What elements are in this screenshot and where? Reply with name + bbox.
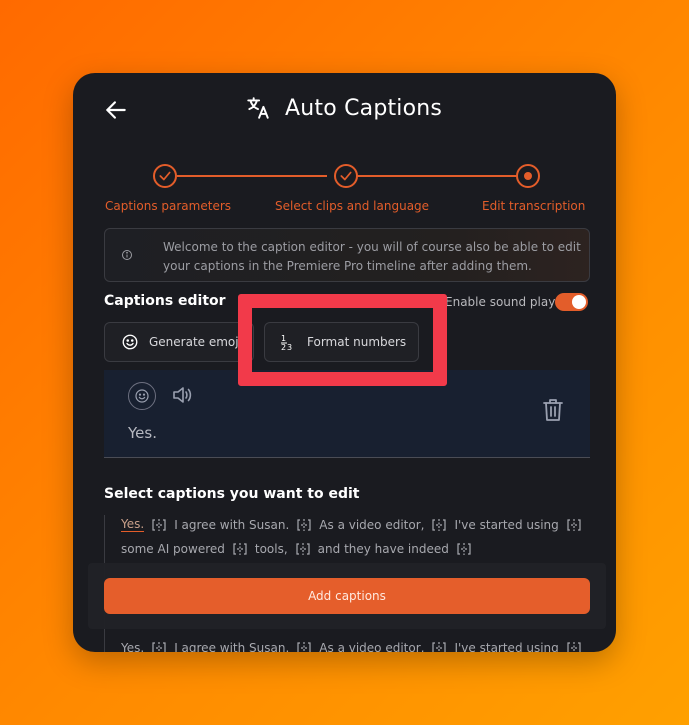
caption-segment[interactable]: I've started using [454, 641, 558, 652]
split-icon[interactable] [296, 542, 310, 556]
caption-segment[interactable]: As a video editor, [319, 641, 424, 652]
svg-text:2: 2 [281, 343, 286, 351]
split-icon[interactable] [152, 641, 166, 652]
split-icon[interactable] [432, 641, 447, 652]
toggle-knob [572, 295, 586, 309]
arrow-left-icon[interactable] [103, 97, 129, 123]
page-title: Auto Captions [285, 95, 443, 121]
split-icon[interactable] [457, 542, 471, 556]
step-2-node [334, 164, 358, 188]
svg-text:3: 3 [287, 343, 292, 351]
generate-emojis-button[interactable]: Generate emojis [104, 322, 254, 362]
translate-icon [247, 97, 269, 119]
split-icon[interactable] [432, 518, 447, 532]
header: Auto Captions [245, 95, 442, 121]
select-captions-title: Select captions you want to edit [104, 486, 360, 502]
caption-segment[interactable]: some AI powered [121, 542, 225, 556]
add-captions-button[interactable]: Add captions [104, 578, 590, 614]
sound-play-label: Enable sound play [445, 295, 556, 309]
step-label: Select clips and language [275, 199, 430, 213]
info-banner: Welcome to the caption editor - you will… [104, 228, 590, 282]
check-icon [340, 171, 352, 181]
info-text: Welcome to the caption editor - you will… [163, 240, 581, 273]
footer-bar: Add captions [88, 563, 606, 629]
caption-segment[interactable]: I agree with Susan. [174, 518, 289, 532]
format-numbers-button[interactable]: 1 3 2 Format numbers [264, 322, 419, 362]
step-label: Captions parameters [105, 199, 232, 213]
trash-icon[interactable] [542, 398, 564, 422]
current-step-dot [524, 172, 532, 180]
speaker-icon[interactable] [170, 383, 194, 407]
caption-segment[interactable]: Yes. [121, 641, 144, 652]
caption-segment[interactable]: Yes. [121, 517, 145, 532]
caption-segment[interactable]: and they have indeed [318, 542, 449, 556]
auto-captions-panel: Auto Captions Captions parameters Select… [73, 73, 616, 652]
step-3-node [516, 164, 540, 188]
caption-segment[interactable]: I agree with Susan. [174, 641, 289, 652]
caption-line: some AI powered tools, and they have ind… [121, 542, 479, 556]
caption-segment[interactable]: tools, [255, 542, 288, 556]
caption-segment[interactable]: I've started using [454, 518, 558, 532]
sound-play-toggle[interactable] [555, 293, 588, 311]
generate-emojis-label: Generate emojis [149, 335, 249, 349]
info-icon [122, 250, 132, 260]
split-icon[interactable] [567, 518, 581, 532]
caption-text[interactable]: Yes. [128, 424, 157, 442]
split-icon[interactable] [152, 518, 166, 532]
caption-line: Yes. I agree with Susan. As a video edit… [121, 641, 589, 652]
caption-line: Yes. I agree with Susan. As a video edit… [121, 517, 589, 532]
step-1-node [153, 164, 177, 188]
format-numbers-label: Format numbers [307, 335, 407, 349]
svg-text:1: 1 [281, 334, 286, 343]
numbers-icon: 1 3 2 [281, 334, 292, 351]
caption-edit-card: Yes. [104, 370, 590, 458]
smiley-icon [135, 389, 149, 403]
split-icon[interactable] [567, 641, 581, 652]
progress-stepper: Captions parameters Select clips and lan… [73, 161, 616, 221]
caption-segment[interactable]: As a video editor, [319, 518, 424, 532]
check-icon [159, 171, 171, 181]
split-icon[interactable] [297, 641, 311, 652]
split-icon[interactable] [297, 518, 311, 532]
step-connector [177, 175, 327, 177]
caption-emoji-button[interactable] [128, 382, 156, 410]
step-connector [357, 175, 517, 177]
split-icon[interactable] [233, 542, 247, 556]
step-label: Edit transcription [482, 199, 586, 213]
smiley-icon [122, 334, 138, 350]
captions-editor-title: Captions editor [104, 293, 226, 309]
